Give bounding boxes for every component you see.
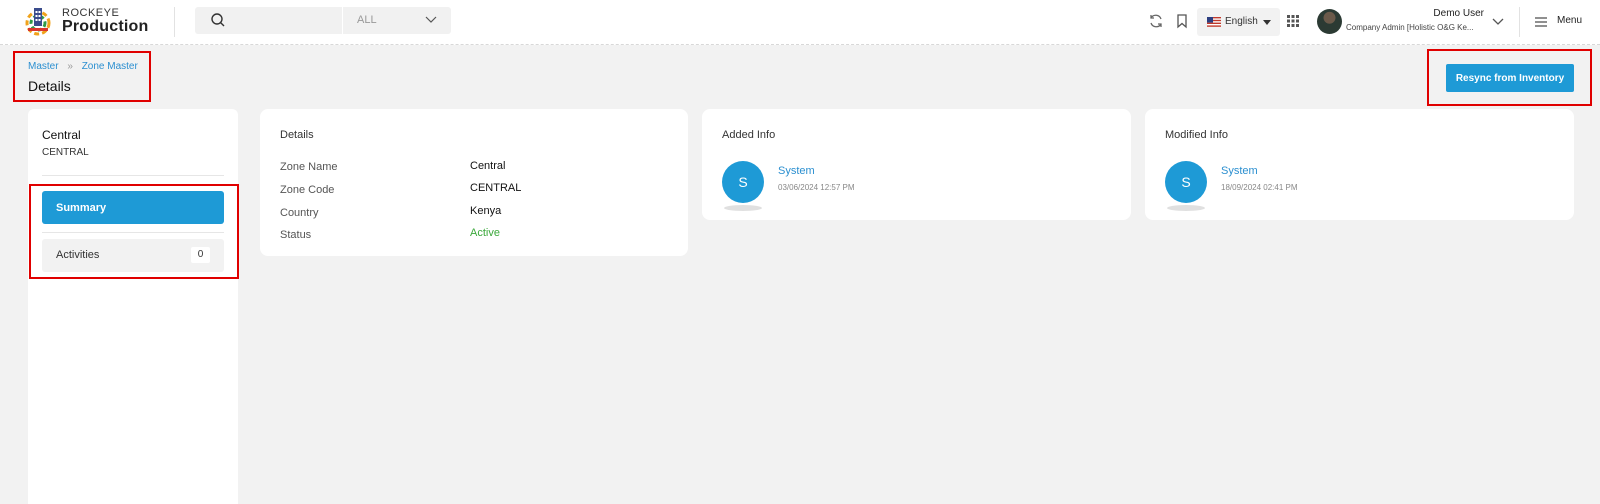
- language-selector[interactable]: English: [1197, 8, 1280, 36]
- breadcrumb-separator-icon: »: [67, 61, 73, 72]
- divider: [1519, 7, 1520, 37]
- country-label: Country: [280, 207, 319, 219]
- avatar-shadow: [1167, 205, 1205, 211]
- divider: [174, 7, 175, 37]
- status-label: Status: [280, 229, 312, 241]
- modified-info-title: Modified Info: [1165, 129, 1228, 141]
- tab-summary[interactable]: Summary: [42, 191, 224, 224]
- modified-by-user-link[interactable]: System: [1221, 165, 1258, 177]
- added-info-card: Added Info S System 03/06/2024 12:57 PM: [702, 109, 1131, 220]
- top-bar: ROCKEYE Production ALL English Demo User…: [0, 0, 1600, 45]
- activities-label: Activities: [56, 249, 100, 261]
- chevron-down-icon[interactable]: [1490, 14, 1506, 30]
- rockeye-logo-icon[interactable]: [22, 4, 54, 38]
- chevron-down-icon: [425, 16, 437, 23]
- tab-activities[interactable]: Activities 0: [42, 239, 224, 272]
- divider: [42, 232, 224, 233]
- breadcrumb-zone-master-link[interactable]: Zone Master: [82, 61, 138, 72]
- modified-by-avatar: S: [1165, 161, 1207, 203]
- added-info-title: Added Info: [722, 129, 776, 141]
- breadcrumb: Master » Zone Master: [28, 61, 138, 72]
- added-timestamp: 03/06/2024 12:57 PM: [778, 183, 855, 192]
- language-label: English: [1225, 16, 1258, 27]
- user-role[interactable]: Company Admin [Holistic O&G Ke...: [1346, 23, 1484, 32]
- resync-from-inventory-button[interactable]: Resync from Inventory: [1446, 64, 1574, 92]
- menu-label[interactable]: Menu: [1557, 15, 1582, 26]
- activities-count-badge: 0: [191, 247, 210, 263]
- breadcrumb-master-link[interactable]: Master: [28, 61, 59, 72]
- added-by-user-link[interactable]: System: [778, 165, 815, 177]
- search-filter-dropdown[interactable]: ALL: [342, 7, 451, 34]
- country-value: Kenya: [470, 205, 502, 217]
- avatar-shadow: [724, 205, 762, 211]
- page-title: Details: [28, 78, 71, 94]
- us-flag-icon: [1207, 17, 1221, 27]
- status-value: Active: [470, 227, 500, 239]
- search-icon[interactable]: [210, 12, 226, 28]
- apps-grid-icon[interactable]: [1285, 13, 1301, 29]
- search-bar[interactable]: ALL: [195, 7, 451, 34]
- search-filter-value: ALL: [357, 14, 377, 26]
- details-card: Details Zone Name Central Zone Code CENT…: [260, 109, 688, 256]
- bookmark-icon[interactable]: [1174, 13, 1190, 29]
- highlight-box-breadcrumb: [13, 51, 151, 102]
- user-avatar[interactable]: [1317, 9, 1342, 34]
- user-name[interactable]: Demo User: [1433, 8, 1484, 19]
- zone-code-value: CENTRAL: [470, 182, 522, 194]
- record-code: CENTRAL: [42, 147, 89, 158]
- caret-down-icon: [1263, 20, 1271, 25]
- record-sidebar: Central CENTRAL Summary Activities 0: [28, 109, 238, 504]
- record-name: Central: [42, 128, 81, 142]
- hamburger-menu-icon[interactable]: [1533, 14, 1549, 30]
- divider: [42, 175, 224, 176]
- zone-code-label: Zone Code: [280, 184, 335, 196]
- refresh-icon[interactable]: [1148, 13, 1164, 29]
- zone-name-value: Central: [470, 160, 506, 172]
- added-by-avatar: S: [722, 161, 764, 203]
- zone-name-label: Zone Name: [280, 161, 338, 173]
- modified-info-card: Modified Info S System 18/09/2024 02:41 …: [1145, 109, 1574, 220]
- brand-name: Production: [62, 18, 149, 35]
- modified-timestamp: 18/09/2024 02:41 PM: [1221, 183, 1298, 192]
- details-card-title: Details: [280, 129, 314, 141]
